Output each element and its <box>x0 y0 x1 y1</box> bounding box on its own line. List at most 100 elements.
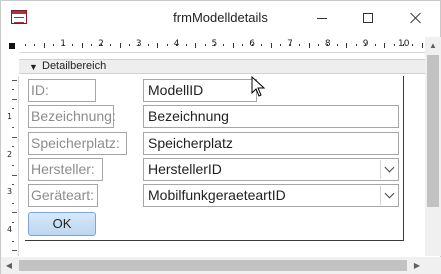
ruler-tick <box>12 108 14 110</box>
ruler-tick <box>12 80 17 81</box>
ruler-number: 2 <box>7 149 13 159</box>
ruler-tick <box>166 44 168 46</box>
ruler-number: 7 <box>287 39 293 49</box>
ruler-tick <box>147 44 149 46</box>
ruler-tick <box>346 42 348 48</box>
detail-section-canvas[interactable]: ID: ModellID Bezeichnung: Bezeichnung Sp… <box>25 76 404 241</box>
ruler-number: 1 <box>7 111 13 121</box>
ruler-number: 6 <box>249 39 256 49</box>
chevron-down-icon <box>384 162 394 173</box>
horizontal-scroll-thumb[interactable] <box>19 260 407 271</box>
section-header-detail[interactable]: ▼ Detailbereich <box>19 59 425 74</box>
size-grip[interactable] <box>425 257 441 274</box>
form-window: frmModelldetails 1 2 3 4 5 6 7 8 9 10 ▲ ▼ Detailb… <box>0 0 441 274</box>
ruler-tick <box>12 202 14 204</box>
ruler-tick <box>53 44 55 46</box>
ruler-tick <box>421 42 423 48</box>
combobox-mobilfunkgeraeteartid[interactable]: MobilfunkgeraeteartID <box>143 184 399 207</box>
ruler-number: 1 <box>60 39 67 49</box>
minimize-icon <box>317 17 327 19</box>
ruler-number: 3 <box>7 187 13 197</box>
scroll-right-arrow-icon[interactable]: ▶ <box>409 257 425 274</box>
maximize-button[interactable] <box>345 1 391 35</box>
ruler-number: 10 <box>398 39 410 49</box>
ruler-number: 2 <box>98 39 104 49</box>
ruler-number: 4 <box>7 225 13 235</box>
ruler-number: 8 <box>324 39 331 49</box>
label-hersteller[interactable]: Hersteller: <box>28 158 103 181</box>
ruler-number: 5 <box>211 39 218 49</box>
dropdown-button[interactable] <box>380 160 397 179</box>
ruler-tick <box>157 42 159 48</box>
section-down-arrow-icon: ▼ <box>29 62 38 72</box>
ruler-tick <box>204 44 206 46</box>
ruler-tick <box>299 44 301 46</box>
ruler-number: 4 <box>173 39 180 49</box>
chevron-down-icon <box>384 188 394 199</box>
ruler-tick <box>12 240 14 242</box>
vertical-scrollbar[interactable]: ▲ <box>425 37 441 256</box>
label-bezeichnung[interactable]: Bezeichnung: <box>28 105 116 128</box>
combobox-mobilfunkgeraeteartid-value: MobilfunkgeraeteartID <box>148 187 286 203</box>
ruler-tick <box>12 174 17 176</box>
ruler-tick <box>43 42 45 48</box>
ruler-tick <box>12 89 14 91</box>
ruler-tick <box>308 42 310 48</box>
section-label: Detailbereich <box>42 60 107 72</box>
ruler-tick <box>12 136 17 138</box>
ruler-tick <box>412 44 414 46</box>
ruler-tick <box>128 44 130 46</box>
scroll-up-arrow-icon[interactable]: ▲ <box>425 37 441 53</box>
ruler-tick <box>232 42 234 48</box>
minimize-button[interactable] <box>299 1 345 35</box>
dropdown-button[interactable] <box>380 186 397 205</box>
close-button[interactable] <box>393 1 439 35</box>
close-icon <box>410 12 422 24</box>
textbox-bezeichnung[interactable]: Bezeichnung <box>143 105 399 128</box>
ruler-tick <box>110 44 112 46</box>
ruler-tick <box>12 221 14 223</box>
ruler-number: 9 <box>362 39 369 49</box>
ruler-tick <box>195 42 197 48</box>
ruler-tick <box>91 44 93 46</box>
ruler-tick <box>384 42 386 48</box>
ruler-tick <box>81 42 83 48</box>
label-speicherplatz[interactable]: Speicherplatz: <box>28 132 127 155</box>
ruler-number: 3 <box>135 39 142 49</box>
textbox-modellid[interactable]: ModellID <box>143 79 257 102</box>
ruler-tick <box>355 44 357 46</box>
form-selector[interactable] <box>5 39 18 52</box>
ruler-tick <box>119 42 121 48</box>
ruler-tick <box>374 44 376 46</box>
ruler-tick <box>242 44 244 46</box>
ruler-tick <box>12 183 14 185</box>
ruler-tick <box>12 146 14 148</box>
form-background <box>19 242 425 257</box>
label-geraeteart[interactable]: Geräteart: <box>28 184 98 207</box>
vertical-ruler[interactable]: 1 2 3 4 <box>3 76 19 256</box>
horizontal-ruler[interactable]: 1 2 3 4 5 6 7 8 9 10 <box>19 37 425 53</box>
ruler-tick <box>12 212 17 214</box>
ok-button[interactable]: OK <box>28 212 96 236</box>
textbox-speicherplatz[interactable]: Speicherplatz <box>143 132 399 155</box>
ruler-tick <box>12 250 17 252</box>
vertical-scroll-thumb[interactable] <box>427 55 439 207</box>
horizontal-scrollbar[interactable]: ◀ ▶ <box>1 257 425 274</box>
ruler-tick <box>72 44 74 46</box>
ruler-tick <box>25 44 26 46</box>
mouse-cursor-icon <box>251 76 266 97</box>
ruler-tick <box>12 165 14 167</box>
scroll-left-arrow-icon[interactable]: ◀ <box>1 257 17 274</box>
ruler-tick <box>261 44 263 46</box>
ruler-tick <box>270 42 272 48</box>
maximize-icon <box>363 13 373 23</box>
ruler-tick <box>185 44 187 46</box>
ruler-tick <box>12 127 14 129</box>
ruler-tick <box>393 44 395 46</box>
label-id[interactable]: ID: <box>28 79 96 102</box>
combobox-herstellerid[interactable]: HerstellerID <box>143 158 399 181</box>
title-bar[interactable]: frmModelldetails <box>1 1 440 35</box>
ruler-tick <box>34 44 36 46</box>
ruler-tick <box>336 44 338 46</box>
ruler-tick <box>280 44 282 46</box>
